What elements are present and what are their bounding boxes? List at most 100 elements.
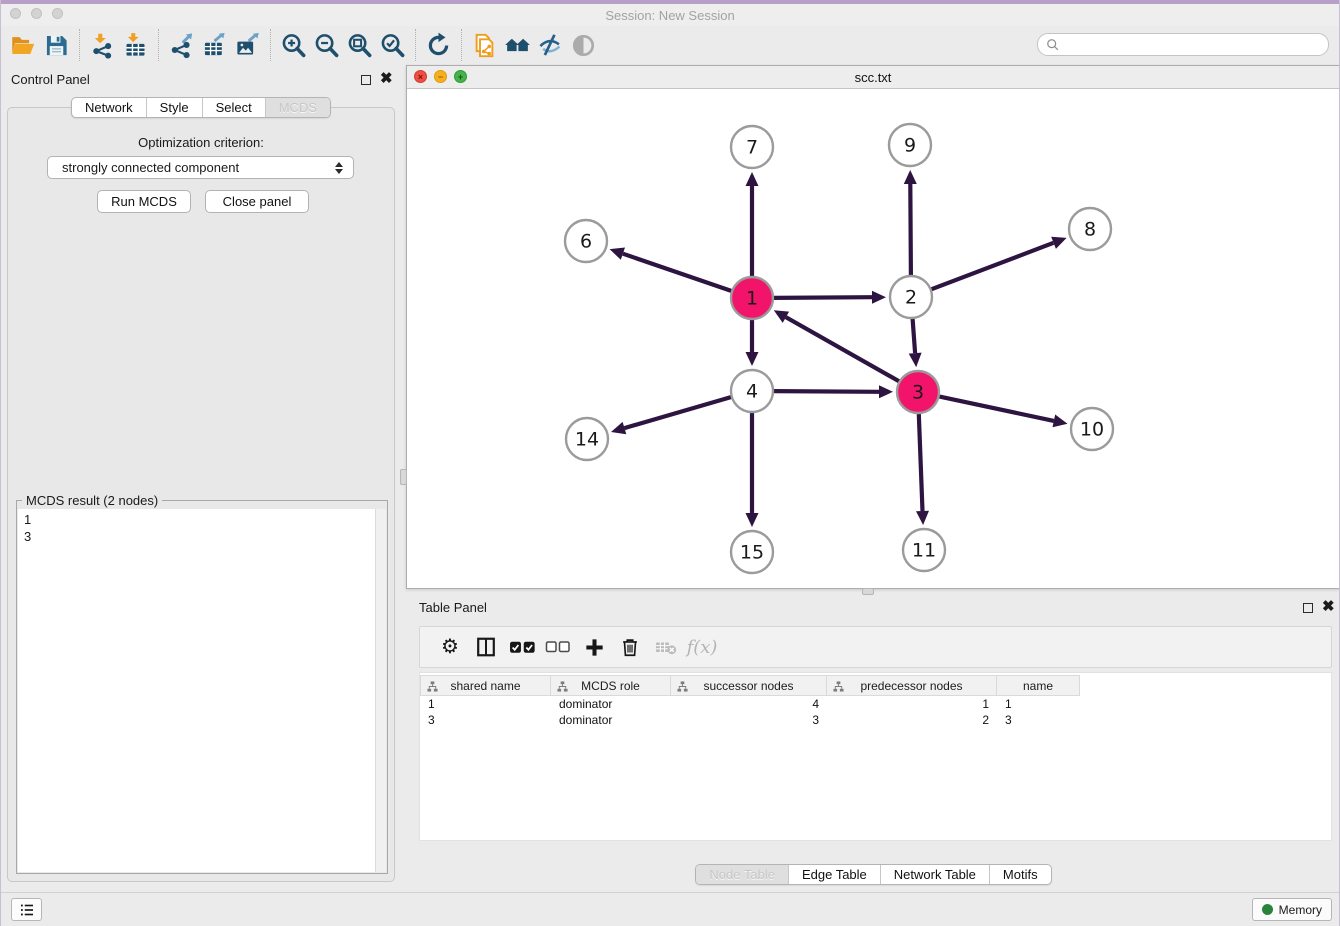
edge-2-3[interactable] [913,319,916,353]
table-cell[interactable]: 1 [997,696,1080,712]
table-cell[interactable]: 4 [671,696,827,712]
table-cell[interactable]: 1 [420,696,551,712]
edge-2-8[interactable] [932,243,1054,289]
first-neighbors-icon[interactable] [501,28,534,62]
tab-edge-table[interactable]: Edge Table [788,865,880,884]
hide-selected-icon[interactable] [534,28,567,62]
zoom-in-icon[interactable] [277,28,310,62]
select-all-rows-icon[interactable] [504,630,540,664]
search-field[interactable] [1037,33,1329,56]
edge-3-11[interactable] [919,414,923,511]
zoom-selected-icon[interactable] [376,28,409,62]
arrowhead-2-3 [909,353,922,368]
open-session-icon[interactable] [7,28,40,62]
node-label-3: 3 [912,382,924,404]
column-header-predecessor-nodes[interactable]: predecessor nodes [827,675,997,696]
criterion-select[interactable]: strongly connected component [47,156,354,179]
close-panel-icon[interactable]: ✖ [380,70,393,88]
control-panel-title: Control Panel [11,72,90,87]
tab-network-table[interactable]: Network Table [880,865,989,884]
table-tabs: Node TableEdge TableNetwork TableMotifs [695,864,1051,885]
tab-network[interactable]: Network [72,98,146,117]
arrowhead-3-10 [1053,415,1068,428]
arrowhead-1-4 [746,352,759,366]
arrowhead-3-11 [916,511,929,525]
export-network-icon[interactable] [165,28,198,62]
network-canvas[interactable]: 7968124314101511 [407,89,1339,588]
network-view-window: × − + scc.txt 7968124314101511 [406,65,1340,589]
mcds-result-area[interactable]: 1 3 [18,509,386,872]
tab-motifs[interactable]: Motifs [989,865,1051,884]
tab-style[interactable]: Style [146,98,202,117]
task-history-button[interactable] [11,898,42,921]
save-session-icon[interactable] [40,28,73,62]
network-window-titlebar[interactable]: × − + scc.txt [407,66,1339,89]
import-table-icon[interactable] [119,28,152,62]
deselect-all-rows-icon[interactable] [540,630,576,664]
apply-function-icon[interactable]: f(x) [684,630,720,664]
control-panel-tabs: NetworkStyleSelectMCDS [71,97,331,118]
node-label-7: 7 [746,137,758,159]
table-panel: Table Panel ✖ ⚙ f(x) shared nameMCDS rol… [406,595,1340,889]
run-mcds-button[interactable]: Run MCDS [97,190,191,213]
list-icon [18,901,36,919]
edge-1-2[interactable] [774,297,872,298]
new-network-from-selection-icon[interactable] [468,28,501,62]
edge-3-1[interactable] [786,317,899,381]
add-column-icon[interactable] [576,630,612,664]
optimization-criterion-label: Optimization criterion: [8,135,394,150]
table-cell[interactable]: 3 [420,712,551,728]
select-stepper-icon [335,162,343,174]
tab-mcds[interactable]: MCDS [265,98,330,117]
float-panel-icon[interactable] [1303,603,1313,613]
toolbar-separator [415,29,416,61]
edge-3-10[interactable] [940,397,1054,421]
table-cell[interactable]: 3 [997,712,1080,728]
table-cell[interactable]: dominator [551,712,671,728]
zoom-fit-icon[interactable] [343,28,376,62]
search-input[interactable] [1065,38,1320,52]
memory-button[interactable]: Memory [1252,898,1332,921]
node-label-8: 8 [1084,219,1096,241]
edge-4-3[interactable] [774,391,879,392]
table-row[interactable]: 1dominator411 [420,696,1331,712]
table-cell[interactable]: 3 [671,712,827,728]
close-panel-icon[interactable]: ✖ [1322,598,1335,616]
export-table-icon[interactable] [198,28,231,62]
export-image-icon[interactable] [231,28,264,62]
tab-node-table[interactable]: Node Table [696,865,788,884]
apply-layout-icon[interactable] [422,28,455,62]
import-network-icon[interactable] [86,28,119,62]
column-header-shared-name[interactable]: shared name [420,675,551,696]
zoom-out-icon[interactable] [310,28,343,62]
delete-column-icon[interactable] [612,630,648,664]
float-panel-icon[interactable] [361,75,371,85]
column-header-name[interactable]: name [997,675,1080,696]
delete-table-icon[interactable] [648,630,684,664]
column-sort-icon [557,681,568,692]
node-label-2: 2 [905,287,917,309]
tab-select[interactable]: Select [202,98,265,117]
edge-2-9[interactable] [910,184,911,275]
arrowhead-1-6 [610,248,625,260]
vertical-splitter-handle[interactable] [400,469,407,485]
column-header-successor-nodes[interactable]: successor nodes [671,675,827,696]
edge-4-14[interactable] [624,397,731,428]
column-header-MCDS-role[interactable]: MCDS role [551,675,671,696]
settings-gear-icon[interactable]: ⚙ [432,630,468,664]
window-titlebar[interactable]: Session: New Session [1,4,1339,26]
mcds-result-text: 1 3 [18,509,374,872]
horizontal-splitter-handle[interactable] [862,588,874,595]
mcds-result-title: MCDS result (2 nodes) [22,493,162,508]
criterion-value: strongly connected component [62,160,335,175]
show-hidden-icon[interactable] [567,28,600,62]
edge-1-6[interactable] [623,254,731,291]
table-cell[interactable]: 2 [827,712,997,728]
toggle-column-panel-icon[interactable] [468,630,504,664]
result-scrollbar[interactable] [375,509,386,872]
table-cell[interactable]: 1 [827,696,997,712]
close-panel-button[interactable]: Close panel [205,190,309,213]
toolbar-separator [158,29,159,61]
table-row[interactable]: 3dominator323 [420,712,1331,728]
table-cell[interactable]: dominator [551,696,671,712]
